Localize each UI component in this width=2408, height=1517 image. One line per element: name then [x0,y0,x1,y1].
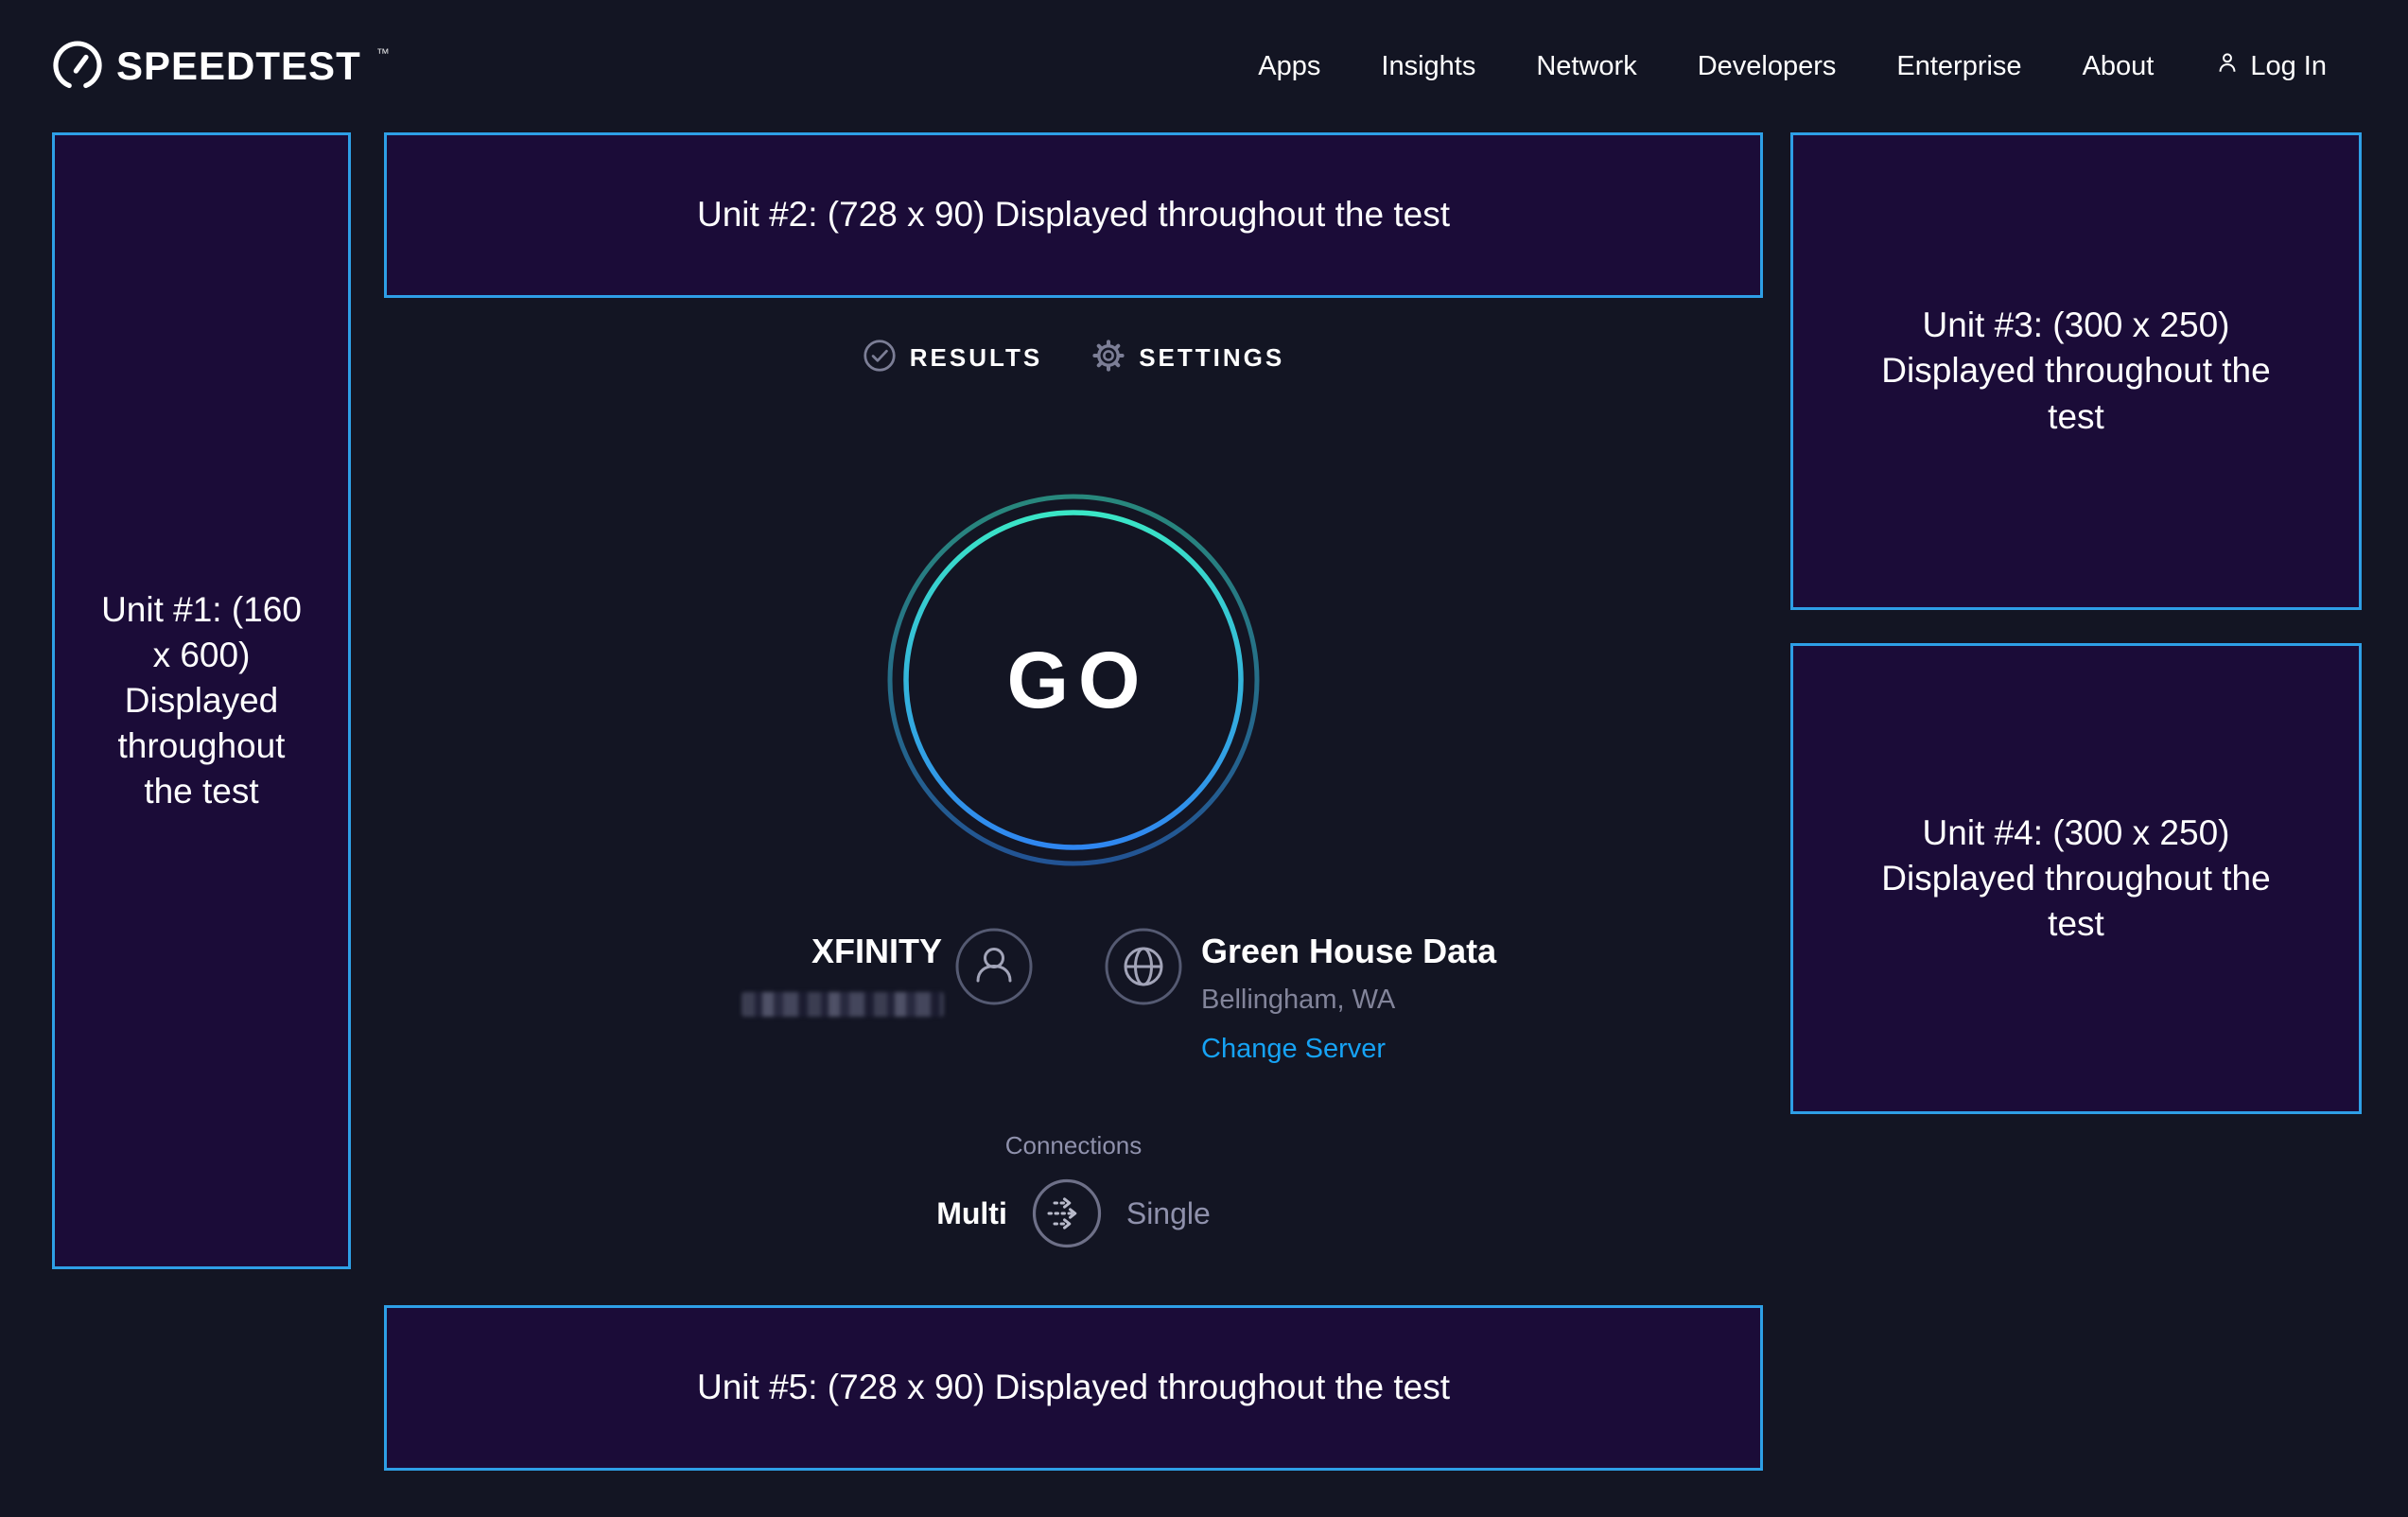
ad-unit-1-text: Unit #1: (160 x 600) Displayed throughou… [92,587,311,814]
tab-results-label: RESULTS [910,343,1042,373]
nav-item-about[interactable]: About [2083,51,2155,82]
ad-unit-4[interactable]: Unit #4: (300 x 250) Displayed throughou… [1790,643,2362,1114]
tab-results[interactable]: RESULTS [863,339,1042,377]
connections-label: Connections [384,1131,1763,1160]
ad-unit-1[interactable]: Unit #1: (160 x 600) Displayed throughou… [52,132,351,1269]
server-globe-icon[interactable] [1105,928,1182,1005]
go-button-label: GO [884,491,1263,869]
login-label: Log In [2250,51,2327,82]
change-server-link[interactable]: Change Server [1201,1034,1386,1065]
user-icon [2214,49,2241,83]
gear-icon [1091,339,1125,377]
connections-option-multi[interactable]: Multi [936,1196,1007,1231]
connections-toggle-row: Multi Single [384,1178,1763,1248]
brand-name: SPEEDTEST [116,44,361,89]
speedtest-logo[interactable]: SPEEDTEST ™ [52,41,388,92]
masked-ip-text [742,992,944,1017]
server-location: Bellingham, WA [1201,985,1395,1016]
speedometer-icon [52,41,103,92]
connection-info-row: XFINITY Green House Data Bellingham, WA … [384,922,1763,1092]
login-button[interactable]: Log In [2214,49,2327,83]
results-settings-tabs: RESULTS SETTINGS [384,339,1763,377]
tab-settings-label: SETTINGS [1139,343,1284,373]
isp-user-icon[interactable] [955,928,1033,1005]
server-name: Green House Data [1201,932,1496,971]
connections-option-single[interactable]: Single [1126,1196,1211,1231]
check-circle-icon [863,339,897,377]
multi-connection-icon[interactable] [1032,1178,1102,1248]
ad-unit-4-text: Unit #4: (300 x 250) Displayed throughou… [1872,811,2280,947]
ad-unit-3-text: Unit #3: (300 x 250) Displayed throughou… [1872,303,2280,439]
isp-name: XFINITY [811,932,942,971]
ad-unit-3[interactable]: Unit #3: (300 x 250) Displayed throughou… [1790,132,2362,610]
go-button[interactable]: GO [884,491,1263,869]
speedtest-main-panel: RESULTS SETTINGS [384,0,1763,1517]
tab-settings[interactable]: SETTINGS [1091,339,1284,377]
nav-item-enterprise[interactable]: Enterprise [1896,51,2021,82]
